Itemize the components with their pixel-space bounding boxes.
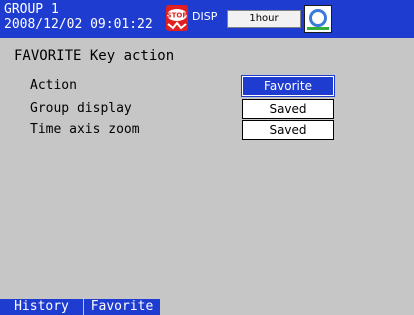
softkey-history[interactable]: History [0, 299, 83, 315]
page-title: FAVORITE Key action [14, 48, 175, 64]
setting-row-action: Action Favorite [0, 75, 414, 97]
group-display-value-field[interactable]: Saved [242, 99, 334, 119]
card-capacity-bar [307, 27, 329, 30]
action-value-field[interactable]: Favorite [241, 75, 335, 97]
time-axis-zoom-value-field[interactable]: Saved [242, 120, 334, 140]
softkey-favorite[interactable]: Favorite [84, 299, 160, 315]
stop-record-icon: STOP [166, 5, 188, 31]
screen: GROUP 1 2008/12/02 09:01:22 STOP DISP 1h… [0, 0, 414, 315]
group-name: GROUP 1 [4, 2, 59, 17]
stop-icon-label: STOP [167, 12, 188, 20]
status-header: GROUP 1 2008/12/02 09:01:22 STOP DISP 1h… [0, 0, 414, 38]
setting-row-time-axis-zoom: Time axis zoom Saved [0, 120, 414, 140]
setting-label: Action [30, 78, 77, 93]
memory-card-icon [304, 5, 332, 33]
card-ring [309, 9, 327, 27]
time-interval: 1hour [227, 10, 301, 28]
setting-row-group-display: Group display Saved [0, 99, 414, 119]
current-datetime: 2008/12/02 09:01:22 [4, 17, 153, 32]
setting-label: Group display [30, 101, 132, 116]
display-mode: DISP [192, 10, 218, 23]
setting-label: Time axis zoom [30, 122, 140, 137]
